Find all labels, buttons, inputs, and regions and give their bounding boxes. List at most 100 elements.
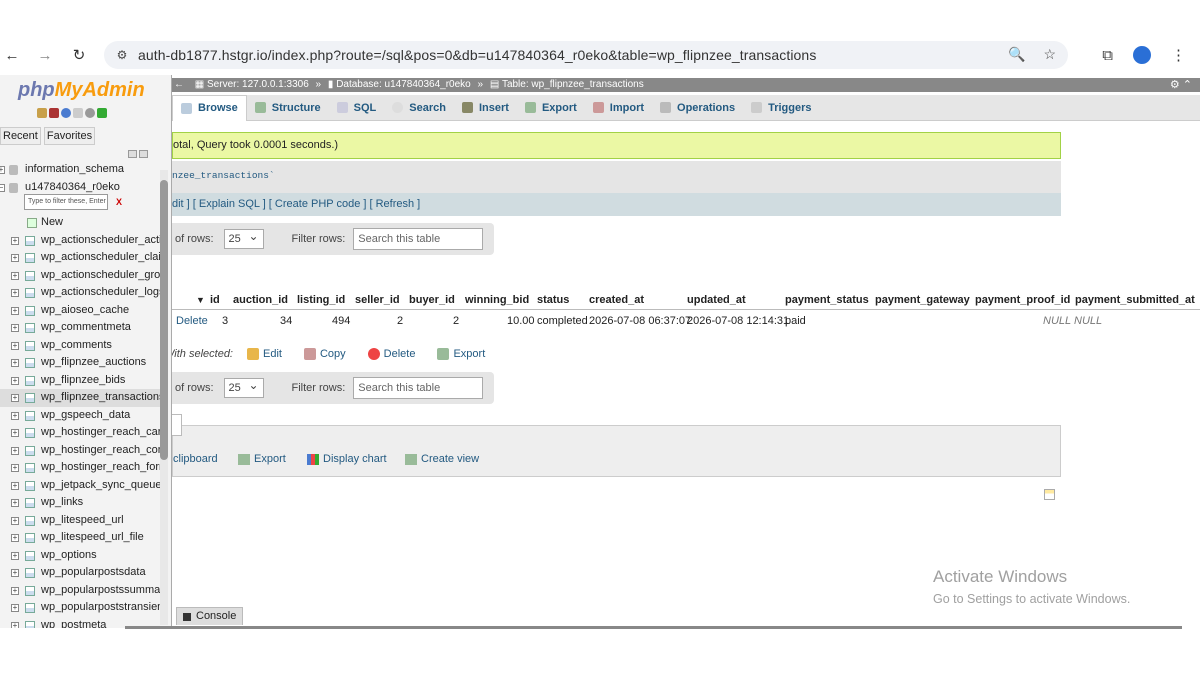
tab-import[interactable]: Import: [585, 95, 652, 121]
export-selected-button[interactable]: Export: [437, 348, 485, 360]
cell-status[interactable]: completed: [537, 315, 588, 327]
col-payment-status[interactable]: payment_status: [785, 294, 869, 306]
delete-selected-button[interactable]: Delete: [367, 348, 415, 360]
sidebar-item-table[interactable]: + wp_popularpoststransients: [0, 599, 160, 617]
cell-payment-submitted-at[interactable]: NULL: [1074, 315, 1102, 327]
cell-created-at[interactable]: 2026-07-08 06:37:07: [589, 315, 691, 327]
col-seller-id[interactable]: seller_id: [355, 294, 400, 306]
cell-updated-at[interactable]: 2026-07-08 12:14:31: [687, 315, 789, 327]
sidebar-item-table[interactable]: + wp_litespeed_url: [0, 512, 160, 530]
col-id[interactable]: id: [210, 294, 220, 306]
cell-payment-status[interactable]: paid: [785, 315, 806, 327]
sort-arrow-icon[interactable]: ▼: [196, 295, 205, 305]
col-listing-id[interactable]: listing_id: [297, 294, 345, 306]
home-icon[interactable]: [37, 108, 47, 118]
sidebar-item-table[interactable]: + wp_actionscheduler_claim: [0, 249, 160, 267]
cell-seller-id[interactable]: 2: [397, 315, 403, 327]
sidebar-item-table[interactable]: + wp_actionscheduler_group: [0, 267, 160, 285]
horizontal-scrollbar[interactable]: [125, 626, 1182, 629]
cell-winning-bid[interactable]: 10.00: [507, 315, 535, 327]
sidebar-item-table[interactable]: + wp_comments: [0, 337, 160, 355]
collapse-all-icon[interactable]: [128, 150, 137, 158]
sidebar-item-table[interactable]: + wp_litespeed_url_file: [0, 529, 160, 547]
cell-payment-proof-id[interactable]: NULL: [1043, 315, 1071, 327]
sidebar-item-table[interactable]: + wp_popularpostsdata: [0, 564, 160, 582]
expand-icon[interactable]: +: [11, 236, 19, 245]
breadcrumb-table[interactable]: Table: wp_flipnzee_transactions: [502, 79, 644, 90]
sidebar-item-table[interactable]: + wp_flipnzee_auctions: [0, 354, 160, 372]
sidebar-item-table[interactable]: + wp_aioseo_cache: [0, 302, 160, 320]
cell-id[interactable]: 3: [222, 315, 228, 327]
col-payment-submitted-at[interactable]: payment_submitted_at: [1075, 294, 1195, 306]
col-auction-id[interactable]: auction_id: [233, 294, 288, 306]
filter-rows-input[interactable]: Search this table: [353, 228, 484, 250]
copy-selected-button[interactable]: Copy: [303, 348, 346, 360]
tab-insert[interactable]: Insert: [454, 95, 517, 121]
expand-icon[interactable]: +: [11, 271, 19, 280]
export-results-button[interactable]: Export: [238, 453, 286, 465]
sidebar-item-table[interactable]: + wp_actionscheduler_logs: [0, 284, 160, 302]
profile-avatar[interactable]: [1133, 46, 1151, 64]
sidebar-item-table[interactable]: + wp_gspeech_data: [0, 407, 160, 425]
display-chart-button[interactable]: Display chart: [307, 453, 387, 465]
sidebar-item-table[interactable]: + wp_hostinger_reach_conta: [0, 442, 160, 460]
sidebar-item-table[interactable]: + wp_jetpack_sync_queue: [0, 477, 160, 495]
create-view-button[interactable]: Create view: [405, 453, 479, 465]
expand-icon[interactable]: +: [11, 359, 19, 367]
expand-icon[interactable]: +: [11, 499, 19, 507]
browser-menu-icon[interactable]: ⋮: [1171, 46, 1186, 64]
zoom-icon[interactable]: 🔍: [1008, 46, 1025, 63]
notes-icon[interactable]: [1044, 489, 1055, 500]
sidebar-item-table[interactable]: + wp_hostinger_reach_carts: [0, 424, 160, 442]
expand-icon[interactable]: +: [11, 551, 19, 560]
sidebar-item-table[interactable]: + wp_links: [0, 494, 160, 512]
console-toggle[interactable]: Console: [176, 607, 244, 625]
page-settings-icon[interactable]: ⚙ ⌃: [1170, 78, 1192, 92]
expand-icon[interactable]: +: [11, 411, 19, 420]
help-icon[interactable]: [61, 108, 71, 118]
col-payment-gateway[interactable]: payment_gateway: [875, 294, 970, 306]
col-payment-proof-id[interactable]: payment_proof_id: [975, 294, 1070, 306]
expand-icon[interactable]: +: [11, 289, 19, 297]
sidebar-item-table[interactable]: + wp_hostinger_reach_form: [0, 459, 160, 477]
tab-operations[interactable]: Operations: [652, 95, 743, 121]
sql-query-links[interactable]: dit ] [ Explain SQL ] [ Create PHP code …: [172, 193, 1061, 216]
col-buyer-id[interactable]: buyer_id: [409, 294, 455, 306]
back-arrow-icon[interactable]: ←: [1, 44, 23, 66]
col-updated-at[interactable]: updated_at: [687, 294, 746, 306]
expand-icon[interactable]: +: [11, 604, 19, 612]
edit-selected-button[interactable]: Edit: [247, 348, 282, 360]
sidebar-item-table[interactable]: + wp_flipnzee_bids: [0, 372, 160, 390]
expand-icon[interactable]: +: [11, 586, 19, 595]
cell-buyer-id[interactable]: 2: [453, 315, 459, 327]
expand-icon[interactable]: +: [11, 394, 19, 402]
expand-icon[interactable]: +: [11, 376, 19, 385]
col-created-at[interactable]: created_at: [589, 294, 644, 306]
bookmark-toggle[interactable]: [172, 414, 182, 436]
expand-icon[interactable]: +: [11, 429, 19, 437]
sidebar-item-table[interactable]: + wp_actionscheduler_actio: [0, 232, 160, 250]
expand-icon[interactable]: +: [11, 534, 19, 542]
sidebar-item-table[interactable]: + wp_flipnzee_transactions: [0, 389, 160, 407]
recent-tab[interactable]: Recent: [0, 127, 41, 145]
tab-search[interactable]: Search: [384, 95, 454, 121]
logout-icon[interactable]: [49, 108, 59, 118]
expand-icon[interactable]: +: [11, 569, 19, 577]
link-with-main-icon[interactable]: [139, 150, 148, 158]
col-status[interactable]: status: [537, 294, 569, 306]
col-winning-bid[interactable]: winning_bid: [465, 294, 529, 306]
forward-arrow-icon[interactable]: →: [34, 44, 56, 66]
cell-auction-id[interactable]: 34: [280, 315, 292, 327]
reload-icon[interactable]: ↻: [68, 44, 90, 66]
expand-icon[interactable]: +: [11, 254, 19, 262]
rows-per-page-select-bottom[interactable]: 25: [223, 376, 264, 398]
sidebar-item-table[interactable]: + wp_popularpostssummary: [0, 582, 160, 600]
bookmark-star-icon[interactable]: ☆: [1043, 46, 1056, 63]
breadcrumb-server[interactable]: Server: 127.0.0.1:3306: [207, 79, 309, 90]
tab-triggers[interactable]: Triggers: [743, 95, 819, 121]
site-settings-icon[interactable]: ⚙: [114, 47, 130, 63]
docs-icon[interactable]: [73, 108, 83, 118]
tab-export[interactable]: Export: [517, 95, 585, 121]
tab-structure[interactable]: Structure: [247, 95, 329, 121]
expand-icon[interactable]: +: [11, 324, 19, 332]
